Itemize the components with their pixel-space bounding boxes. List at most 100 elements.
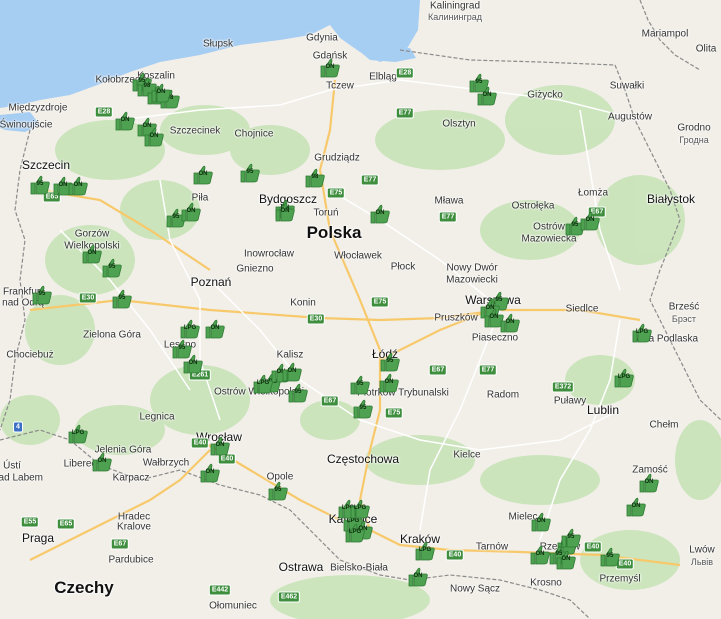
station-marker[interactable]: ON	[81, 244, 103, 264]
fuel-type-label: LPG	[418, 547, 432, 553]
station-marker[interactable]: LPG	[252, 374, 274, 394]
fuel-type-label: 95	[475, 79, 483, 85]
station-marker[interactable]: 95	[111, 289, 133, 309]
station-marker[interactable]: ON	[192, 165, 214, 185]
fuel-type-label: 95	[38, 291, 46, 297]
city-label-konin: Konin	[290, 297, 316, 309]
road-shield-e40a: E40	[190, 437, 210, 449]
station-marker[interactable]: ON	[180, 202, 202, 222]
station-marker[interactable]: 95	[29, 175, 51, 195]
station-marker[interactable]: ON	[182, 354, 204, 374]
city-label-suwalki: Suwałki	[609, 80, 645, 92]
city-label-gdynia: Gdynia	[306, 32, 338, 44]
city-label-pulawy: Puławy	[553, 395, 587, 407]
station-marker[interactable]: 95	[287, 383, 309, 403]
station-marker[interactable]: LPG	[631, 323, 653, 343]
station-marker[interactable]: 95	[239, 163, 261, 183]
city-label-tczew: Tczew	[326, 80, 354, 92]
fuel-type-label: 95	[178, 345, 186, 351]
city-label-tarnow: Tarnów	[475, 541, 509, 553]
city-label-szczecin: Szczecin	[21, 158, 71, 172]
city-label-gizycko: Giżycko	[527, 89, 563, 101]
city-label-lublin: Lublin	[586, 403, 620, 417]
station-marker[interactable]: ON	[369, 204, 391, 224]
station-marker[interactable]: ON	[199, 463, 221, 483]
city-label-chociebuz: Chociebuż	[6, 349, 54, 361]
fuel-type-label: ON	[536, 518, 546, 524]
city-label-brzesc: Brześć	[668, 301, 700, 313]
station-marker[interactable]: LPG	[67, 424, 89, 444]
fuel-type-label: ON	[97, 458, 107, 464]
station-marker[interactable]: 95	[379, 352, 401, 372]
station-marker[interactable]: 95	[267, 481, 289, 501]
city-label-krosno: Krosno	[530, 577, 562, 589]
fuel-type-label: ON	[149, 133, 159, 139]
fuel-type-label: ON	[188, 360, 198, 366]
fuel-type-label: LPG	[183, 325, 197, 331]
fuel-type-label: ON	[631, 503, 641, 509]
station-marker[interactable]: 95	[349, 375, 371, 395]
road-shield-e77b: E77	[360, 174, 380, 186]
station-marker[interactable]: 95	[31, 285, 53, 305]
fuel-type-label: ON	[482, 92, 492, 98]
fuel-type-label: 95	[386, 358, 394, 364]
station-marker[interactable]: LPG	[414, 541, 436, 561]
city-label-mlawa: Mława	[434, 195, 464, 207]
station-marker[interactable]: LPG	[349, 499, 371, 519]
station-marker[interactable]: LPG	[179, 319, 201, 339]
city-label-lomza: Łomża	[577, 187, 609, 199]
station-marker[interactable]: ON	[281, 362, 303, 382]
station-marker[interactable]: ON	[114, 111, 136, 131]
station-marker[interactable]: ON	[150, 83, 172, 103]
station-marker[interactable]: ON	[476, 86, 498, 106]
station-marker[interactable]: 95	[599, 547, 621, 567]
city-label-chojnice: Chojnice	[234, 128, 274, 140]
station-marker[interactable]: ON	[625, 497, 647, 517]
station-marker[interactable]: ON	[638, 473, 660, 493]
station-marker[interactable]: ON	[204, 319, 226, 339]
station-marker[interactable]: ON	[555, 550, 577, 570]
station-marker[interactable]: ON	[378, 373, 400, 393]
station-marker[interactable]: 98	[304, 168, 326, 188]
fuel-type-label: ON	[585, 217, 595, 223]
city-label-karpacz: Karpacz	[112, 472, 150, 484]
fuel-type-label: ON	[198, 171, 208, 177]
station-marker[interactable]: ON	[143, 127, 165, 147]
station-marker[interactable]: 95	[352, 399, 374, 419]
city-label-mariampol: Mariampol	[641, 28, 689, 40]
fuel-type-label: ON	[156, 89, 166, 95]
city-label-zielonagora: Zielona Góra	[83, 329, 141, 341]
city-label-ostrawa: Ostrawa	[278, 560, 324, 574]
city-label-inowroclaw: Inowrocław	[243, 248, 295, 260]
station-marker[interactable]: ON	[579, 211, 601, 231]
map-canvas[interactable]: Polska Czechy Gdynia Gdańsk Kaliningrad Калин…	[0, 0, 721, 619]
road-shield-e442: E442	[208, 584, 232, 596]
city-label-ostroleka: Ostrołęka	[511, 200, 555, 212]
road-shield-e30b: E30	[306, 313, 326, 325]
station-marker[interactable]: LPG	[344, 523, 366, 543]
city-label-kalisz: Kalisz	[276, 349, 304, 361]
road-shield-e67d: E67	[110, 538, 130, 550]
road-shield-e462: E462	[277, 591, 301, 603]
fuel-type-label: ON	[280, 208, 290, 214]
fuel-type-label: ON	[644, 479, 654, 485]
fuel-type-label: ON	[375, 210, 385, 216]
station-marker[interactable]: 95	[101, 258, 123, 278]
fuel-type-label: 95	[108, 264, 116, 270]
station-marker[interactable]: ON	[67, 176, 89, 196]
city-label-grodno: Grodno	[677, 122, 711, 134]
station-marker[interactable]: LPG	[613, 368, 635, 388]
city-label-kaliningrad: Kaliningrad	[429, 0, 481, 12]
station-marker[interactable]: ON	[499, 313, 521, 333]
station-marker[interactable]: ON	[274, 202, 296, 222]
road-shield-e77c: E77	[438, 211, 458, 223]
fuel-type-label: ON	[87, 250, 97, 256]
fuel-type-label: LPG	[617, 374, 631, 380]
fuel-type-label: ON	[186, 208, 196, 214]
city-label-miedzyzdroje: Międzyzdroje	[8, 102, 68, 114]
station-marker[interactable]: ON	[319, 58, 341, 78]
station-marker[interactable]: ON	[209, 436, 231, 456]
station-marker[interactable]: ON	[407, 567, 429, 587]
station-marker[interactable]: ON	[91, 452, 113, 472]
station-marker[interactable]: ON	[530, 512, 552, 532]
